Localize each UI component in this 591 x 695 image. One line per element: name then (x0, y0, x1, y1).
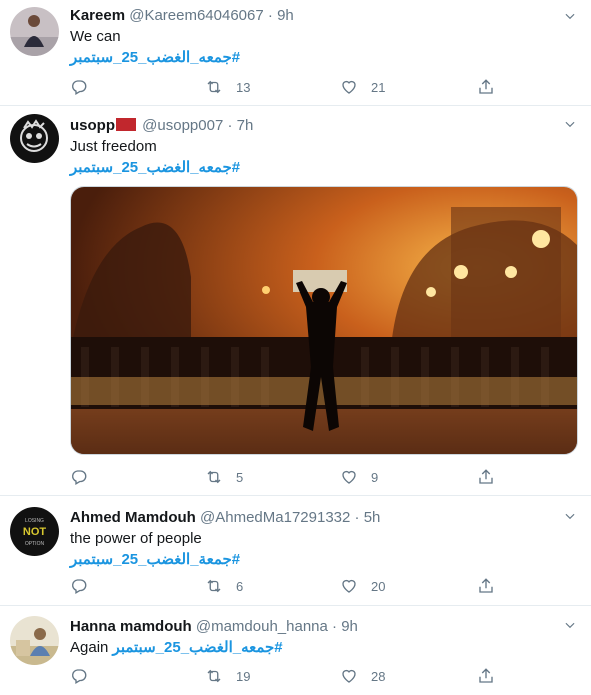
retweet-count: 13 (236, 79, 251, 95)
user-handle[interactable]: @mamdouh_hanna (196, 618, 328, 635)
avatar[interactable] (10, 7, 59, 56)
chevron-down-icon[interactable] (563, 618, 577, 632)
retweet-button[interactable]: 6 (205, 576, 243, 596)
reply-button[interactable] (70, 467, 88, 487)
chevron-down-icon[interactable] (563, 509, 577, 523)
tweet-actions: 5 9 (70, 467, 500, 487)
tweet[interactable]: Hanna mamdouh @mamdouh_hanna · 9h Again … (0, 606, 591, 695)
avatar-text-line: LOSING (25, 518, 44, 524)
timestamp[interactable]: 7h (237, 117, 254, 134)
user-handle[interactable]: @AhmedMa17291332 (200, 509, 350, 526)
chevron-down-icon[interactable] (563, 117, 577, 131)
like-button[interactable]: 21 (340, 77, 385, 97)
tweet-header: usopp @usopp007 · 7h (70, 116, 577, 136)
retweet-count: 6 (236, 578, 244, 594)
display-name[interactable]: Hanna mamdouh (70, 618, 192, 635)
reply-icon (70, 78, 88, 96)
avatar[interactable] (10, 114, 59, 163)
hashtag-link[interactable]: #جمعة_الغضب_25_سبتمبر (70, 551, 240, 568)
like-button[interactable]: 9 (340, 467, 378, 487)
avatar-image (10, 114, 59, 163)
tweet-actions: 19 28 (70, 666, 500, 686)
flag-icon (116, 118, 136, 131)
avatar[interactable] (10, 616, 59, 665)
share-icon (477, 78, 495, 96)
avatar-text-line: OPTION (25, 541, 45, 547)
like-count: 9 (371, 469, 379, 485)
retweet-icon (205, 78, 223, 96)
separator-dot: · (332, 618, 338, 635)
heart-icon (340, 577, 358, 595)
share-icon (477, 468, 495, 486)
avatar-image (10, 616, 59, 665)
tweet-actions: 6 20 (70, 576, 500, 596)
tweet-text: We can (70, 28, 121, 45)
reply-icon (70, 577, 88, 595)
reply-icon (70, 667, 88, 685)
retweet-icon (205, 577, 223, 595)
share-button[interactable] (477, 467, 495, 487)
display-name[interactable]: Ahmed Mamdouh (70, 509, 196, 526)
tweet[interactable]: LOSING NOT OPTION Ahmed Mamdouh @AhmedMa… (0, 496, 591, 606)
tweet-header: Ahmed Mamdouh @AhmedMa17291332 · 5h (70, 508, 577, 528)
share-icon (477, 667, 495, 685)
hashtag-link[interactable]: #جمعه_الغضب_25_سبتمبر (113, 639, 283, 656)
reply-button[interactable] (70, 576, 88, 596)
display-name[interactable]: usopp (70, 117, 115, 134)
tweet-text: Just freedom (70, 138, 157, 155)
heart-icon (340, 78, 358, 96)
timestamp[interactable]: 9h (277, 7, 294, 24)
retweet-icon (205, 468, 223, 486)
heart-icon (340, 667, 358, 685)
reply-icon (70, 468, 88, 486)
avatar[interactable]: LOSING NOT OPTION (10, 507, 59, 556)
tweet-header: Kareem @Kareem64046067 · 9h (70, 6, 577, 26)
display-name[interactable]: Kareem (70, 7, 125, 24)
tweet-text: the power of people (70, 530, 202, 547)
avatar-image: LOSING NOT OPTION (10, 507, 59, 556)
heart-icon (340, 468, 358, 486)
retweet-button[interactable]: 19 (205, 666, 250, 686)
like-count: 28 (371, 668, 386, 684)
avatar-image (10, 7, 59, 56)
share-button[interactable] (477, 666, 495, 686)
retweet-button[interactable]: 13 (205, 77, 250, 97)
hashtag-link[interactable]: #جمعه_الغضب_25_سبتمبر (70, 159, 240, 176)
timestamp[interactable]: 5h (364, 509, 381, 526)
tweet-header: Hanna mamdouh @mamdouh_hanna · 9h (70, 617, 577, 637)
like-button[interactable]: 28 (340, 666, 385, 686)
share-button[interactable] (477, 77, 495, 97)
timestamp[interactable]: 9h (341, 618, 358, 635)
reply-button[interactable] (70, 77, 88, 97)
avatar-text-line: NOT (23, 526, 47, 538)
separator-dot: · (267, 7, 273, 24)
reply-button[interactable] (70, 666, 88, 686)
like-button[interactable]: 20 (340, 576, 385, 596)
retweet-count: 19 (236, 668, 251, 684)
like-count: 21 (371, 79, 386, 95)
tweet-text: Again (70, 639, 109, 656)
like-count: 20 (371, 578, 386, 594)
tweet[interactable]: Kareem @Kareem64046067 · 9h We can #جمعه… (0, 0, 591, 106)
share-icon (477, 577, 495, 595)
share-button[interactable] (477, 576, 495, 596)
separator-dot: · (354, 509, 360, 526)
retweet-count: 5 (236, 469, 244, 485)
separator-dot: · (227, 117, 233, 134)
protest-photo (71, 187, 577, 454)
tweet[interactable]: usopp @usopp007 · 7h Just freedom #جمعه_… (0, 106, 591, 496)
user-handle[interactable]: @usopp007 (142, 117, 223, 134)
user-handle[interactable]: @Kareem64046067 (129, 7, 264, 24)
hashtag-link[interactable]: #جمعه_الغضب_25_سبتمبر (70, 49, 240, 66)
tweet-photo[interactable] (70, 186, 578, 455)
tweet-actions: 13 21 (70, 77, 500, 97)
retweet-button[interactable]: 5 (205, 467, 243, 487)
retweet-icon (205, 667, 223, 685)
chevron-down-icon[interactable] (563, 9, 577, 23)
